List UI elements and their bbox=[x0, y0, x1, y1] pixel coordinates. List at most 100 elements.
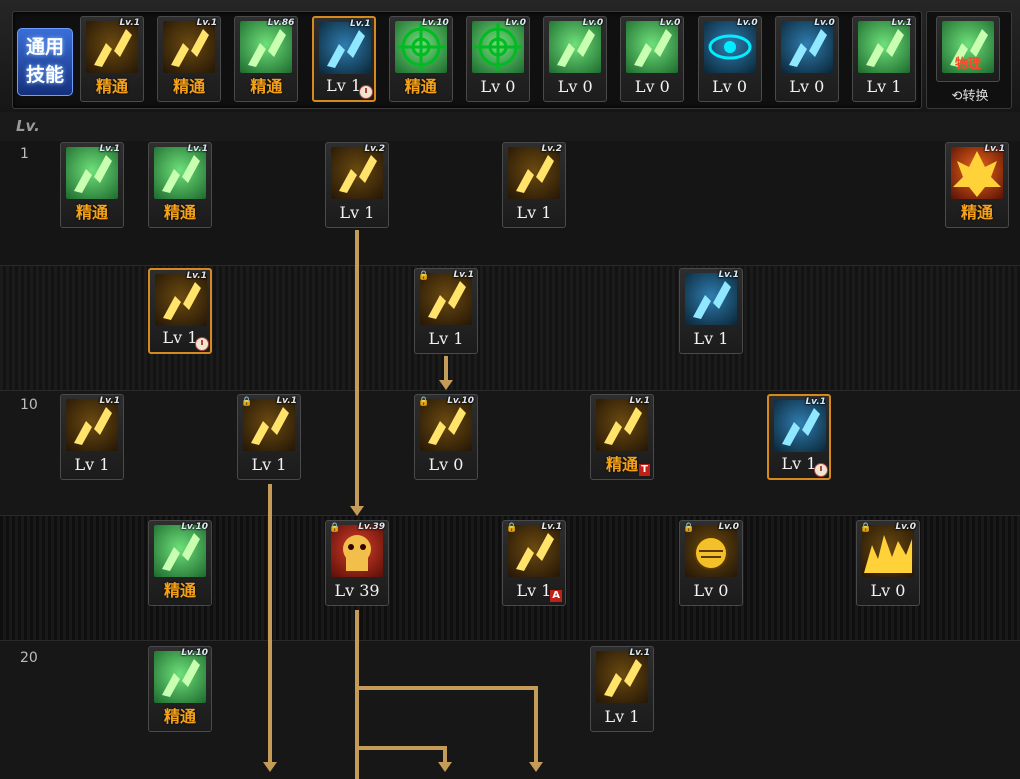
general-skill-slot[interactable]: Lv.86 精通 bbox=[234, 16, 299, 102]
skill-level-caption: 精通 bbox=[960, 203, 993, 222]
skill-node-flying-kick[interactable]: Lv.2 Lv 1 bbox=[325, 142, 389, 228]
lock-icon: 🔒 bbox=[418, 397, 430, 407]
skill-node-flame-burst[interactable]: Lv.1 精通 bbox=[945, 142, 1009, 228]
skill-node-crescent-slash[interactable]: Lv.1 🔒 Lv 1 bbox=[237, 394, 301, 480]
skill-level-caption: Lv 0 bbox=[557, 77, 593, 96]
skill-node-grab-throw[interactable]: Lv.10 🔒 Lv 0 bbox=[414, 394, 478, 480]
skill-level-tag: Lv.86 bbox=[267, 18, 295, 28]
skill-node-fist-orb[interactable]: Lv.0 🔒 Lv 0 bbox=[679, 520, 743, 606]
arrow-to-grab-throw bbox=[439, 380, 453, 390]
skill-level-caption: 精通 bbox=[605, 455, 638, 474]
rising-flame-glyph bbox=[782, 408, 820, 446]
skill-level-tag: Lv.1 bbox=[984, 144, 1005, 154]
skill-node-scroll-punch[interactable]: Lv.1 精通 bbox=[60, 142, 124, 228]
general-skill-slot[interactable]: Lv.1 精通 bbox=[80, 16, 144, 102]
skill-node-speed-punch[interactable]: Lv.1 🔒 Lv 1 bbox=[414, 268, 478, 354]
kick-figure-glyph bbox=[866, 29, 904, 67]
connector-crescent-down bbox=[268, 484, 272, 764]
lightning-strike-glyph bbox=[74, 407, 112, 445]
skill-level-caption: Lv 1 bbox=[866, 77, 902, 96]
general-skill-slot[interactable]: Lv.1 Lv 1 bbox=[311, 16, 376, 102]
skill-level-caption: Lv 0 bbox=[428, 455, 464, 474]
lock-icon: 🔒 bbox=[860, 523, 872, 533]
general-skill-slot[interactable]: Lv.1 Lv 1 bbox=[852, 16, 916, 102]
skill-node-lightning-strike[interactable]: Lv.1 Lv 1 bbox=[60, 394, 124, 480]
skill-level-caption: Lv 0 bbox=[480, 77, 516, 96]
skill-level-tag: Lv.10 bbox=[447, 396, 474, 406]
general-skill-slot[interactable]: Lv.1 精通 bbox=[157, 16, 222, 102]
skill-level-caption: Lv 0 bbox=[712, 77, 748, 96]
stance-rune-glyph bbox=[162, 155, 200, 193]
connector-branch-upper bbox=[355, 686, 538, 690]
skill-level-caption: 精通 bbox=[75, 203, 108, 222]
skill-level-tag: Lv.0 bbox=[814, 18, 835, 28]
skill-level-caption: Lv 1 bbox=[74, 455, 110, 474]
skill-node-body-press[interactable]: Lv.1 T 精通 bbox=[590, 394, 654, 480]
skill-level-caption: 精通 bbox=[95, 77, 128, 96]
skill-level-tag: Lv.0 bbox=[582, 18, 604, 28]
skill-level-tag: Lv.0 bbox=[737, 18, 758, 28]
kneel-figure-icon bbox=[549, 21, 602, 73]
skill-level-caption: Lv 1 bbox=[516, 203, 552, 222]
swap-button[interactable]: ⟲转换 bbox=[940, 85, 1000, 104]
skill-level-caption: 精通 bbox=[163, 707, 196, 726]
skill-level-tag: Lv.2 bbox=[541, 144, 562, 154]
skill-node-pistol-shield[interactable]: Lv.1 Lv 1 bbox=[590, 646, 654, 732]
skill-level-tag: Lv.1 bbox=[99, 396, 120, 406]
strong-rune-icon bbox=[154, 525, 206, 577]
general-skill-slot[interactable]: Lv.0 Lv 0 bbox=[543, 16, 608, 102]
skill-node-shatter-burst[interactable]: Lv.1 Lv 1 bbox=[148, 268, 212, 354]
lock-icon: 🔒 bbox=[329, 523, 341, 533]
skill-node-rising-flame[interactable]: Lv.1 Lv 1 bbox=[767, 394, 831, 480]
skill-level-tag: Lv.2 bbox=[364, 144, 385, 154]
pistol-shield-glyph bbox=[604, 659, 642, 697]
crouch-figure-glyph bbox=[94, 29, 132, 67]
uppercut-icon bbox=[508, 147, 560, 199]
winged-spirit-icon bbox=[318, 22, 371, 74]
skill-level-tag: Lv.1 bbox=[805, 397, 826, 407]
tree-row-band-3 bbox=[0, 391, 1020, 516]
general-skill-slot[interactable]: Lv.10 精通 bbox=[388, 16, 453, 102]
skill-level-caption: Lv 1 bbox=[326, 76, 362, 95]
skill-level-tag: Lv.0 bbox=[659, 18, 681, 28]
connector-branch-lower bbox=[355, 746, 447, 750]
skill-node-uppercut[interactable]: Lv.2 Lv 1 bbox=[502, 142, 566, 228]
flame-burst-glyph bbox=[953, 151, 1001, 197]
skill-level-caption: 精通 bbox=[173, 77, 206, 96]
skill-level-caption: 精通 bbox=[250, 77, 283, 96]
skill-level-tag: Lv.0 bbox=[895, 522, 916, 532]
eye-ring-glyph bbox=[708, 34, 752, 60]
skill-level-tag: Lv.1 bbox=[629, 648, 650, 658]
skill-node-rune-slash[interactable]: Lv.10 精通 bbox=[148, 646, 212, 732]
lock-icon: 🔒 bbox=[241, 397, 253, 407]
skill-node-tornado-kick[interactable]: Lv.1 🔒 A Lv 1 bbox=[502, 520, 566, 606]
crosshair-icon bbox=[394, 21, 447, 73]
row-level-10: 10 bbox=[20, 397, 38, 413]
skill-node-stance-rune[interactable]: Lv.1 精通 bbox=[148, 142, 212, 228]
skill-node-gauntlet[interactable]: Lv.1 Lv 1 bbox=[679, 268, 743, 354]
slash-rune-glyph bbox=[248, 29, 287, 67]
skill-level-caption: Lv 0 bbox=[693, 581, 729, 600]
skill-level-caption: Lv 39 bbox=[334, 581, 380, 600]
arrow-bottom-mid bbox=[438, 762, 452, 772]
skill-node-strong-rune[interactable]: Lv.10 精通 bbox=[148, 520, 212, 606]
skill-node-demon-mask[interactable]: Lv.39 🔒 Lv 39 bbox=[325, 520, 389, 606]
skill-level-caption: 精通 bbox=[404, 77, 437, 96]
body-press-icon bbox=[596, 399, 648, 451]
crosshair-glyph bbox=[396, 23, 445, 71]
rune-slash-glyph bbox=[162, 659, 200, 697]
crosshair-glyph bbox=[474, 23, 522, 71]
lock-icon: 🔒 bbox=[683, 523, 695, 533]
kneel-figure-glyph bbox=[634, 29, 673, 67]
swap-skill-tile[interactable]: 物理 bbox=[936, 16, 1000, 82]
general-skill-slot[interactable]: Lv.0 Lv 0 bbox=[774, 16, 839, 102]
general-skill-slot[interactable]: Lv.0 Lv 0 bbox=[466, 16, 530, 102]
level-column-header: Lv. bbox=[16, 117, 40, 135]
flying-kick-icon bbox=[331, 147, 383, 199]
standing-figure-icon bbox=[780, 21, 833, 73]
leg-sweep-glyph bbox=[171, 29, 210, 67]
skill-node-firestorm[interactable]: Lv.0 🔒 Lv 0 bbox=[856, 520, 920, 606]
standing-figure-glyph bbox=[788, 29, 827, 67]
general-skill-slot[interactable]: Lv.0 Lv 0 bbox=[697, 16, 762, 102]
general-skill-slot[interactable]: Lv.0 Lv 0 bbox=[620, 16, 685, 102]
